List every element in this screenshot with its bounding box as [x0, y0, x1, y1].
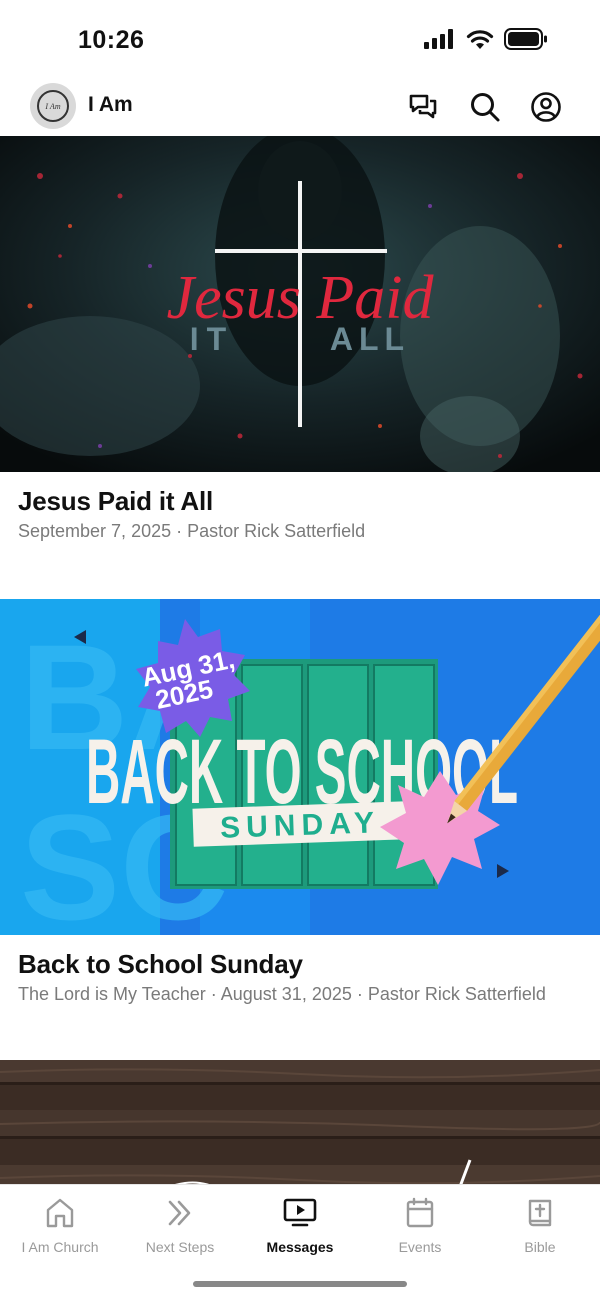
church-logo-avatar[interactable]: I Am — [30, 83, 76, 129]
message-card[interactable]: Jesus Paid IT ALL Jesus Paid it All Sept… — [0, 136, 600, 542]
tab-i-am-church[interactable]: I Am Church — [0, 1195, 120, 1255]
artwork-sub-left: IT — [190, 321, 234, 357]
message-card[interactable] — [0, 1060, 600, 1200]
profile-button[interactable] — [529, 90, 563, 124]
chat-button[interactable] — [406, 90, 440, 124]
sermon-artwork[interactable] — [0, 1060, 600, 1200]
search-icon — [471, 93, 500, 122]
home-icon — [46, 1198, 74, 1228]
church-logo-mark: I Am — [37, 90, 69, 122]
tab-label: Bible — [524, 1239, 556, 1255]
bible-icon — [528, 1199, 552, 1227]
artwork-ribbon: SUNDAY — [220, 806, 381, 845]
message-feed: Jesus Paid IT ALL Jesus Paid it All Sept… — [0, 136, 600, 1200]
status-icons — [424, 28, 548, 50]
battery-icon — [504, 28, 547, 50]
message-meta: The Lord is My Teacher · August 31, 2025… — [18, 984, 546, 1004]
message-title: Jesus Paid it All — [18, 486, 214, 516]
tab-label: Messages — [266, 1239, 334, 1255]
status-bar: 10:26 — [0, 0, 600, 80]
double-chevron-icon — [168, 1200, 191, 1226]
artwork-sub-right: ALL — [330, 321, 410, 357]
signal-icon — [424, 29, 453, 49]
message-card[interactable]: BA SC Aug 31, 2025 BACK TO SCHOOL SUNDAY… — [0, 599, 600, 1005]
tab-events[interactable]: Events — [360, 1195, 480, 1255]
home-indicator — [193, 1281, 407, 1287]
app-header: I Am I Am — [0, 80, 600, 136]
sermon-artwork[interactable]: BA SC Aug 31, 2025 BACK TO SCHOOL SUNDAY — [0, 599, 600, 935]
calendar-icon — [406, 1197, 434, 1228]
app-title: I Am — [88, 93, 133, 116]
tv-play-icon — [283, 1198, 317, 1227]
chat-bubbles-icon — [409, 94, 437, 119]
tab-messages[interactable]: Messages — [240, 1195, 360, 1255]
status-time: 10:26 — [78, 26, 145, 54]
wifi-icon — [466, 30, 494, 49]
message-title: Back to School Sunday — [18, 949, 303, 979]
tab-label: Events — [398, 1239, 442, 1255]
search-button[interactable] — [468, 90, 502, 124]
message-meta: September 7, 2025 · Pastor Rick Satterfi… — [18, 521, 366, 541]
tab-next-steps[interactable]: Next Steps — [120, 1195, 240, 1255]
tab-label: Next Steps — [145, 1239, 215, 1255]
sermon-artwork[interactable]: Jesus Paid IT ALL — [0, 136, 600, 472]
tab-bible[interactable]: Bible — [480, 1195, 600, 1255]
user-circle-icon — [531, 92, 561, 122]
tab-label: I Am Church — [21, 1239, 99, 1255]
